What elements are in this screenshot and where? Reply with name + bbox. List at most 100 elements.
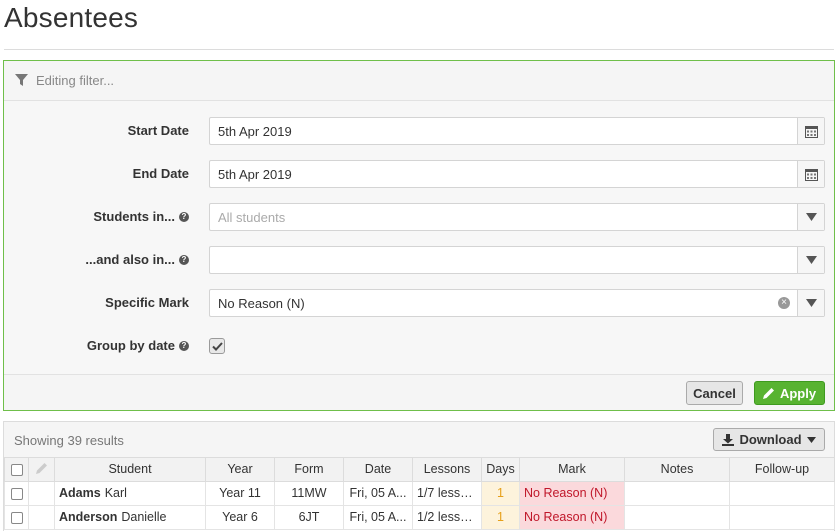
- row-select-cell: [4, 480, 29, 506]
- specific-mark-label: Specific Mark: [105, 295, 189, 310]
- form-cell: 11MW: [274, 480, 344, 506]
- clear-x-icon[interactable]: ×: [778, 297, 790, 309]
- group-by-date-label: Group by date?: [87, 338, 189, 353]
- students-in-label: Students in...?: [93, 209, 189, 224]
- specific-mark-select[interactable]: No Reason (N) ×: [209, 289, 825, 317]
- calendar-icon: [804, 125, 818, 138]
- student-cell[interactable]: Anderson Danielle: [54, 504, 206, 530]
- cancel-button[interactable]: Cancel: [686, 381, 743, 405]
- student-forename: Danielle: [121, 510, 167, 524]
- days-cell: 1: [481, 504, 520, 530]
- caret-down-icon: [805, 213, 817, 221]
- group-by-date-checkbox[interactable]: [209, 338, 225, 354]
- students-in-row: Students in...? All students: [4, 203, 834, 231]
- row-edit-cell: [28, 480, 55, 506]
- help-icon[interactable]: ?: [179, 340, 189, 351]
- student-surname: Anderson: [59, 510, 118, 524]
- pencil-icon: [762, 388, 774, 399]
- start-date-input[interactable]: 5th Apr 2019: [209, 117, 825, 145]
- title-divider: [4, 49, 834, 50]
- end-date-value: 5th Apr 2019: [218, 167, 292, 182]
- notes-cell[interactable]: [624, 480, 730, 506]
- column-header-form[interactable]: Form: [274, 458, 344, 482]
- table-header-row: Student Year Form Date Lessons Days Mark…: [4, 458, 835, 482]
- mark-cell: No Reason (N): [519, 480, 625, 506]
- students-in-dropdown-button[interactable]: [797, 204, 824, 230]
- results-table: Student Year Form Date Lessons Days Mark…: [4, 458, 835, 530]
- check-icon: [211, 341, 223, 351]
- table-row[interactable]: Adams Karl Year 11 11MW Fri, 05 A... 1/7 …: [4, 480, 835, 506]
- row-select-cell: [4, 504, 29, 530]
- days-cell: 1: [481, 480, 520, 506]
- follow-up-cell[interactable]: [729, 504, 835, 530]
- caret-down-icon: [806, 436, 816, 443]
- notes-cell[interactable]: [624, 504, 730, 530]
- filter-icon: [15, 74, 28, 86]
- apply-button[interactable]: Apply: [754, 381, 825, 405]
- also-in-select[interactable]: [209, 246, 825, 274]
- column-header-date[interactable]: Date: [343, 458, 413, 482]
- end-date-row: End Date 5th Apr 2019: [4, 160, 834, 188]
- download-icon: [722, 433, 735, 446]
- column-header-student[interactable]: Student: [54, 458, 206, 482]
- lessons-cell: 1/2 lesso...: [412, 504, 482, 530]
- start-date-value: 5th Apr 2019: [218, 124, 292, 139]
- filter-header: Editing filter...: [4, 61, 834, 101]
- column-header-year[interactable]: Year: [205, 458, 275, 482]
- group-by-date-row: Group by date?: [4, 332, 834, 360]
- form-cell: 6JT: [274, 504, 344, 530]
- year-cell: Year 11: [205, 480, 275, 506]
- column-header-days[interactable]: Days: [481, 458, 520, 482]
- help-icon[interactable]: ?: [179, 254, 189, 265]
- specific-mark-dropdown-button[interactable]: [797, 290, 824, 316]
- year-cell: Year 6: [205, 504, 275, 530]
- end-date-calendar-button[interactable]: [797, 161, 824, 187]
- download-label: Download: [739, 432, 802, 447]
- start-date-calendar-button[interactable]: [797, 118, 824, 144]
- apply-label: Apply: [779, 385, 817, 401]
- results-toolbar: Showing 39 results Download: [4, 422, 834, 458]
- caret-down-icon: [805, 299, 817, 307]
- results-panel: Showing 39 results Download Student Year…: [3, 421, 835, 531]
- column-header-follow-up[interactable]: Follow-up: [729, 458, 835, 482]
- student-cell[interactable]: Adams Karl: [54, 480, 206, 506]
- caret-down-icon: [805, 256, 817, 264]
- edit-header: [28, 458, 55, 482]
- end-date-input[interactable]: 5th Apr 2019: [209, 160, 825, 188]
- select-all-checkbox[interactable]: [10, 463, 23, 476]
- lessons-cell: 1/7 lesso...: [412, 480, 482, 506]
- students-in-placeholder: All students: [218, 210, 286, 225]
- calendar-icon: [804, 168, 818, 181]
- specific-mark-row: Specific Mark No Reason (N) ×: [4, 289, 834, 317]
- row-checkbox[interactable]: [10, 487, 23, 500]
- end-date-label: End Date: [132, 166, 189, 181]
- date-cell: Fri, 05 A...: [343, 480, 413, 506]
- also-in-dropdown-button[interactable]: [797, 247, 824, 273]
- row-edit-cell: [28, 504, 55, 530]
- date-cell: Fri, 05 A...: [343, 504, 413, 530]
- column-header-notes[interactable]: Notes: [624, 458, 730, 482]
- row-checkbox[interactable]: [10, 511, 23, 524]
- filter-panel: Editing filter... Start Date 5th Apr 201…: [3, 60, 835, 411]
- filter-footer: Cancel Apply: [4, 374, 834, 410]
- help-icon[interactable]: ?: [179, 211, 189, 222]
- pencil-icon: [35, 462, 47, 474]
- select-all-header: [4, 458, 29, 482]
- table-row[interactable]: Anderson Danielle Year 6 6JT Fri, 05 A...…: [4, 504, 835, 530]
- page-title: Absentees: [4, 2, 139, 33]
- students-in-select[interactable]: All students: [209, 203, 825, 231]
- download-button[interactable]: Download: [713, 428, 825, 451]
- mark-cell: No Reason (N): [519, 504, 625, 530]
- student-forename: Karl: [104, 486, 127, 500]
- column-header-mark[interactable]: Mark: [519, 458, 625, 482]
- start-date-label: Start Date: [127, 123, 189, 138]
- also-in-label: ...and also in...?: [85, 252, 189, 267]
- results-count: Showing 39 results: [14, 433, 124, 448]
- specific-mark-value: No Reason (N): [218, 296, 305, 311]
- filter-header-text: Editing filter...: [36, 73, 115, 88]
- start-date-row: Start Date 5th Apr 2019: [4, 117, 834, 145]
- student-surname: Adams: [59, 486, 101, 500]
- follow-up-cell[interactable]: [729, 480, 835, 506]
- column-header-lessons[interactable]: Lessons: [412, 458, 482, 482]
- also-in-row: ...and also in...?: [4, 246, 834, 274]
